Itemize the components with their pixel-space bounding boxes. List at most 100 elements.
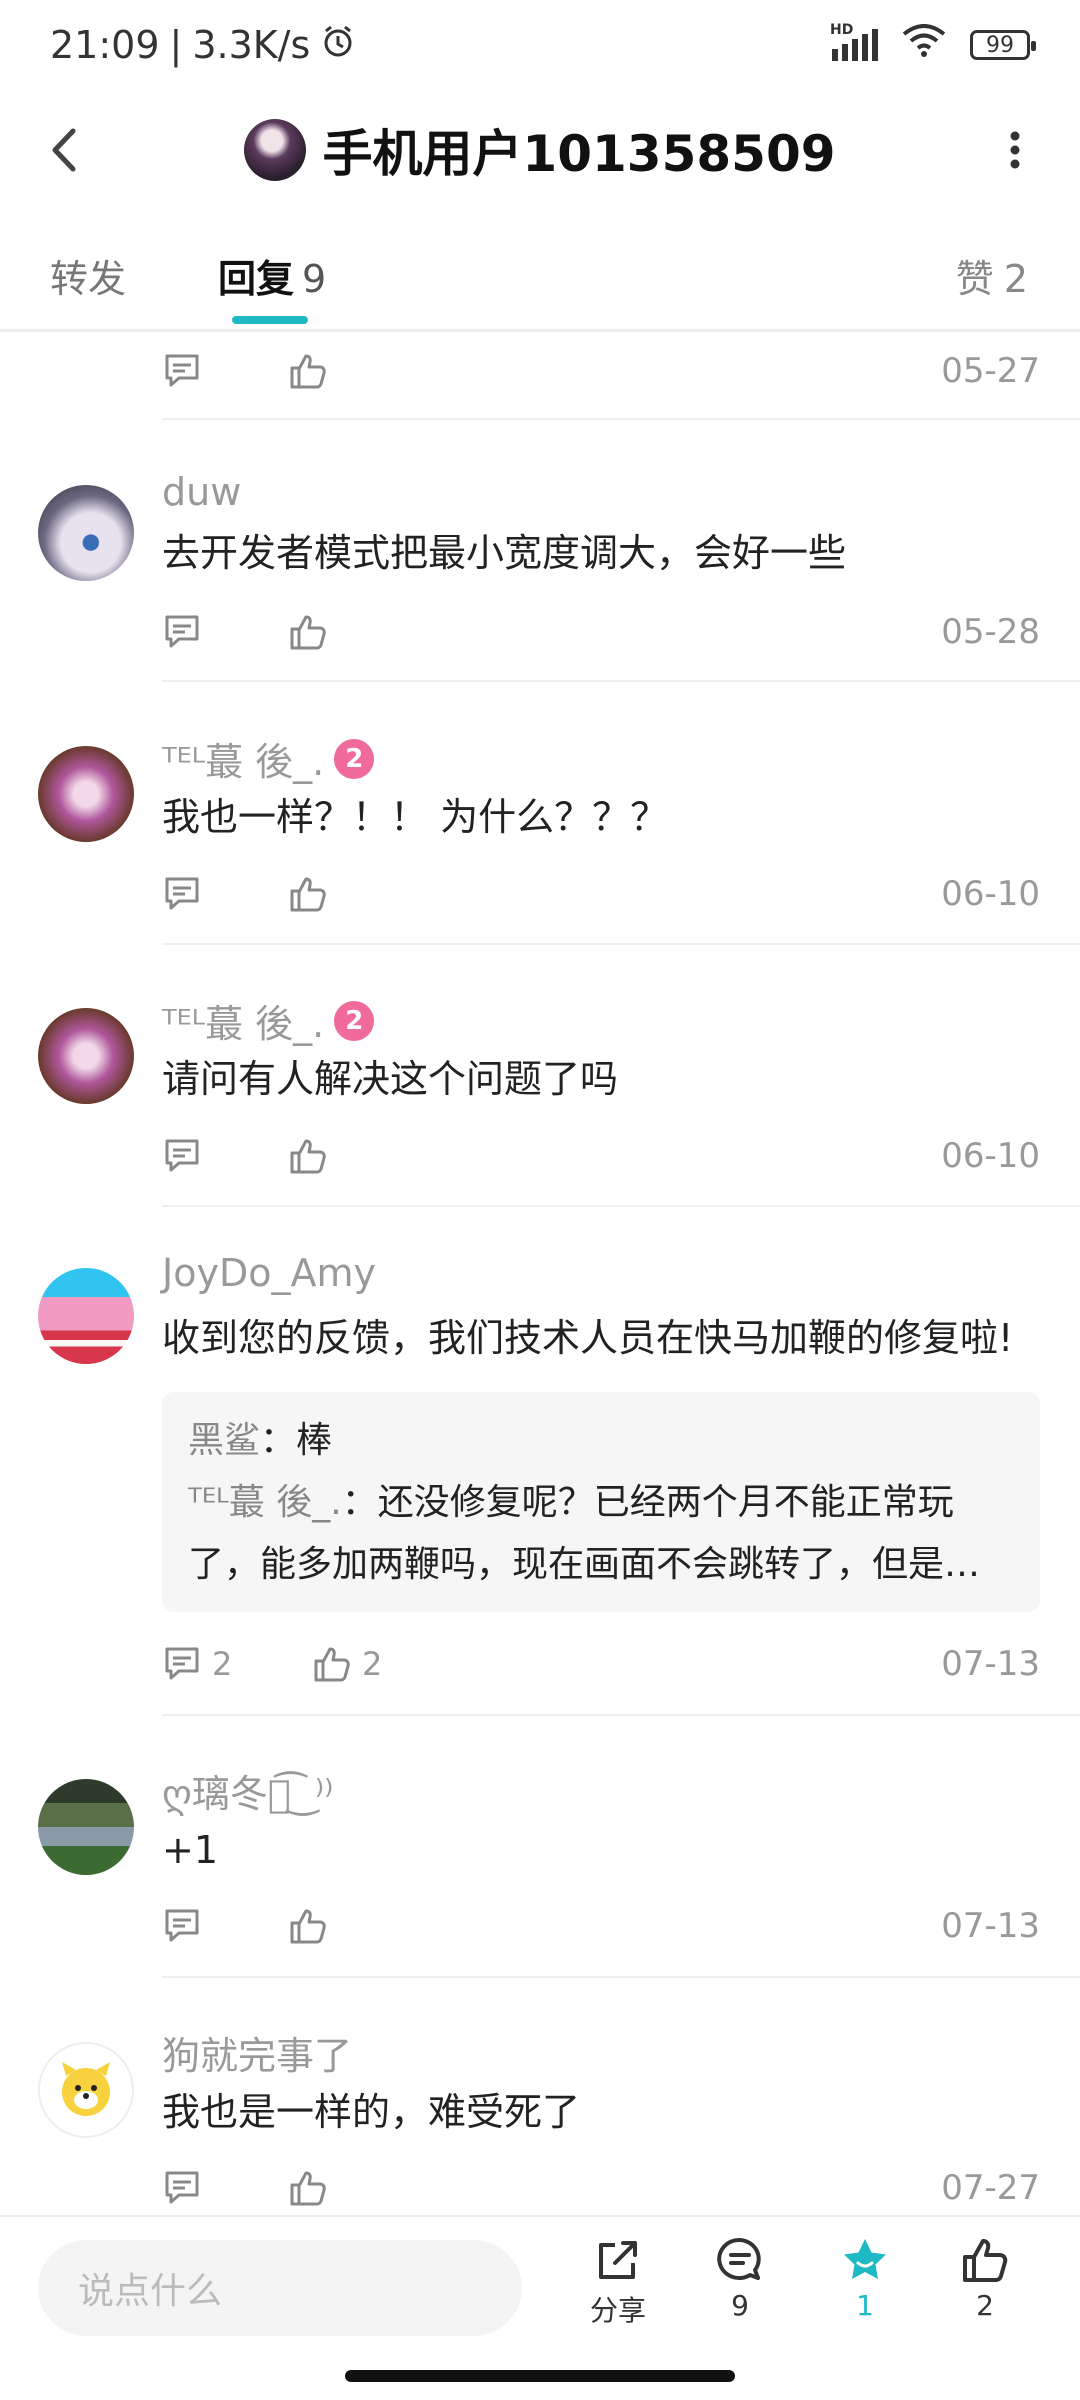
comment-date: 05-27 [941,351,1040,391]
avatar[interactable] [38,1268,134,1364]
status-separator: | [169,23,183,67]
share-icon [599,2241,637,2279]
reply-icon[interactable] [162,349,206,393]
quoted-reply-user: 黑鲨 [188,1420,261,1461]
reply-icon[interactable] [162,610,206,654]
status-speed: 3.3K/s [192,23,311,67]
reply-icon[interactable] [162,1904,206,1948]
avatar[interactable] [38,1779,134,1875]
more-vertical-icon [1010,131,1020,169]
tabs: 转发 回复 9 赞2 [0,220,1080,332]
quoted-reply-text: 棒 [296,1420,333,1461]
divider [162,1714,1080,1716]
battery-icon: 99 [970,30,1036,60]
dog-avatar-icon [62,2062,110,2116]
quoted-reply: ᵀᴱᴸ蕞 後_.：还没修复呢？已经两个月不能正常玩 [188,1482,954,1523]
like-icon[interactable] [288,349,332,393]
like-icon[interactable] [288,1904,332,1948]
comment-input-placeholder: 说点什么 [78,2271,223,2312]
comment-text: 收到您的反馈，我们技术人员在快马加鞭的修复啦! [162,1316,1014,1360]
divider [162,943,1080,945]
reply-count-button[interactable]: 2 [162,1642,232,1686]
tab-forward[interactable]: 转发 [50,248,126,303]
bottom-bar: 说点什么 分享 9 1 2 [0,2215,1080,2347]
comment-username[interactable]: ᵀᴱᴸ蕞 後_. 2 [162,993,375,1048]
back-button[interactable] [35,120,95,180]
favorite-count: 1 [856,2289,874,2322]
comment-text: 去开发者模式把最小宽度调大，会好一些 [162,531,847,575]
like-icon[interactable] [288,610,332,654]
share-button[interactable]: 分享 [573,2235,663,2329]
comment-date: 07-27 [941,2168,1040,2208]
reply-icon[interactable] [162,1134,206,1178]
comment-actions: 05-27 [162,341,1040,401]
comment-username[interactable]: ᵀᴱᴸ蕞 後_. 2 [162,731,375,786]
like-count: 2 [976,2289,994,2322]
comment-text: 我也一样？！！ 为什么？？？ [162,795,669,839]
comment-username[interactable]: JoyDo_Amy [162,1251,376,1295]
reply-icon[interactable] [162,2166,206,2210]
quoted-reply-user: ᵀᴱᴸ蕞 後_. [188,1482,342,1523]
comment-date: 05-28 [941,612,1040,652]
more-button[interactable] [985,120,1045,180]
tab-indicator [232,316,308,324]
favorite-button[interactable]: 1 [820,2235,910,2322]
comment-count: 9 [731,2289,749,2322]
comment-username[interactable]: duw [162,470,241,514]
comment-actions: 07-13 [162,1896,1040,1956]
level-badge: 2 [334,738,375,779]
page-title: 手机用户101358509 [322,125,836,183]
comment-input[interactable]: 说点什么 [38,2240,522,2336]
reply-count: 2 [212,1645,233,1683]
like-icon[interactable] [288,1134,332,1178]
like-button[interactable]: 2 [940,2235,1030,2322]
comment-text: 请问有人解决这个问题了吗 [162,1057,619,1101]
like-count: 2 [362,1645,383,1683]
level-badge: 2 [334,1000,375,1041]
avatar[interactable] [38,746,134,842]
avatar[interactable] [38,1008,134,1104]
share-label: 分享 [589,2294,646,2327]
comment-text: +1 [162,1828,219,1872]
hd-label: HD [830,22,854,38]
avatar[interactable] [38,2042,134,2138]
status-right: HD 99 [830,22,1036,67]
tab-reply-label: 回复 [218,257,295,301]
comment-actions: 06-10 [162,864,1040,924]
username-text: ᵀᴱᴸ蕞 後_. [162,1002,325,1046]
home-indicator[interactable] [345,2370,735,2382]
tab-reply-count: 9 [302,257,327,301]
status-left: 21:09 | 3.3K/s [50,23,356,68]
battery-level: 99 [986,32,1014,58]
reply-icon[interactable] [162,872,206,916]
tab-reply[interactable]: 回复 9 [218,248,326,303]
chevron-left-icon [52,128,76,172]
divider [162,1205,1080,1207]
author-avatar[interactable] [244,119,307,181]
like-icon[interactable] [288,872,332,916]
alarm-icon [320,23,356,68]
tab-like[interactable]: 赞2 [956,248,1028,303]
username-text: ᵀᴱᴸ蕞 後_. [162,740,325,784]
like-icon[interactable] [288,2166,332,2210]
comment-actions: 2 2 07-13 [162,1634,1040,1694]
avatar[interactable] [38,485,134,581]
thumbs-up-icon [963,2239,1008,2282]
comment-username[interactable]: ღ璃冬ོ͡ ͜ ⁾⁾ [162,1763,334,1818]
reply-icon [165,1647,199,1680]
like-icon [314,1647,350,1682]
comment-button[interactable]: 9 [695,2235,785,2322]
like-count-button[interactable]: 2 [312,1642,382,1686]
title-bar: 手机用户101358509 [0,90,1080,210]
quoted-replies[interactable]: 黑鲨：棒 ᵀᴱᴸ蕞 後_.：还没修复呢？已经两个月不能正常玩 了，能多加两鞭吗，… [162,1392,1040,1612]
title-wrap: 手机用户101358509 [244,114,836,186]
quoted-reply-text: 还没修复呢？已经两个月不能正常玩 [377,1482,954,1523]
divider [162,680,1080,682]
comment-actions: 07-27 [162,2158,1040,2218]
divider [162,1976,1080,1978]
comment-date: 07-13 [941,1644,1040,1684]
comment-actions: 05-28 [162,602,1040,662]
divider [162,418,1080,420]
comment-username[interactable]: 狗就完事了 [162,2025,352,2080]
comment-date: 06-10 [941,874,1040,914]
